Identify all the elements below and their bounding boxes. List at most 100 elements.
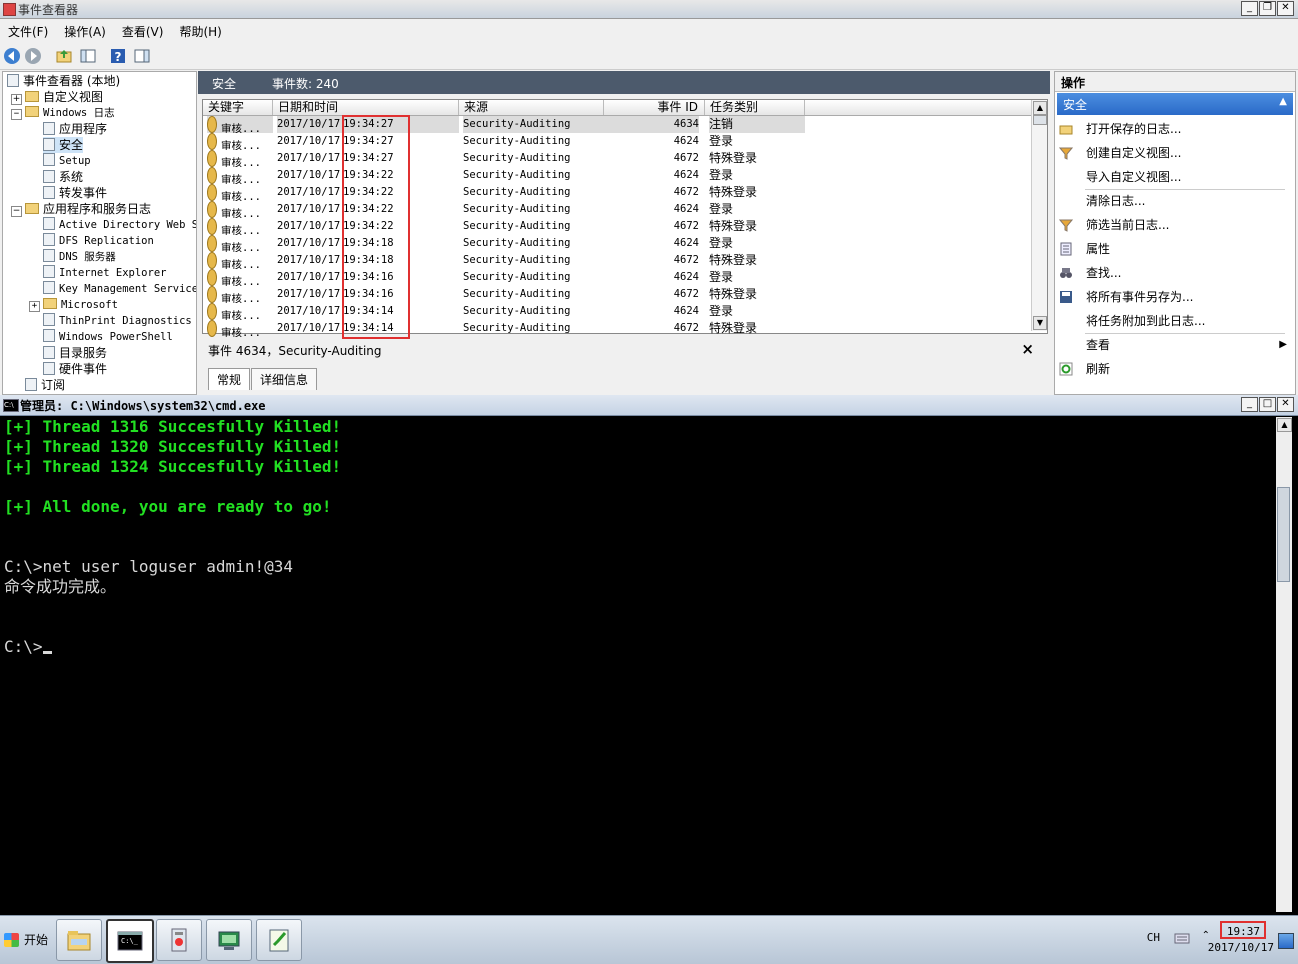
close-detail-icon[interactable]: × (1021, 340, 1034, 358)
action-item[interactable]: 筛选当前日志... (1059, 214, 1291, 236)
event-list-scrollbar[interactable]: ▲ ▼ (1031, 100, 1047, 331)
cell-date: 2017/10/17 (277, 135, 341, 147)
column-event-id[interactable]: 事件 ID (604, 100, 705, 115)
restore-button[interactable]: ❐ (1259, 1, 1276, 16)
help-icon[interactable]: ? (109, 47, 127, 65)
tree-item[interactable]: 转发事件 (43, 185, 107, 201)
show-desktop-button[interactable] (1278, 933, 1294, 949)
table-row[interactable]: 审核... 2017/10/17 19:34:14 Security-Auditing… (203, 320, 1031, 337)
menu-help[interactable]: 帮助(H) (171, 19, 229, 43)
cmd-scroll-up-icon[interactable]: ▲ (1277, 418, 1292, 432)
show-hide-action-pane-icon[interactable] (133, 47, 151, 65)
tree-item[interactable]: Key Management Service (43, 281, 196, 297)
close-button[interactable]: ✕ (1277, 1, 1294, 16)
table-row[interactable]: 审核... 2017/10/17 19:34:22 Security-Auditing… (203, 218, 1031, 235)
action-item[interactable]: 刷新 (1059, 358, 1291, 380)
keyboard-icon[interactable] (1174, 931, 1190, 945)
tree-item[interactable]: − 应用程序和服务日志 (11, 201, 151, 217)
action-item[interactable]: 将任务附加到此日志... (1059, 310, 1291, 332)
tree-item[interactable]: Active Directory Web S (43, 217, 196, 233)
tree-item[interactable]: DFS Replication (43, 233, 154, 249)
up-folder-icon[interactable] (55, 47, 73, 65)
cmd-minimize-button[interactable]: _ (1241, 397, 1258, 412)
cmd-close-button[interactable]: ✕ (1277, 397, 1294, 412)
tree-item[interactable]: 订阅 (25, 377, 65, 393)
table-row[interactable]: 审核... 2017/10/17 19:34:22 Security-Auditing… (203, 167, 1031, 184)
table-row[interactable]: 审核... 2017/10/17 19:34:18 Security-Auditing… (203, 235, 1031, 252)
cmd-scroll-thumb[interactable] (1277, 487, 1290, 582)
language-indicator[interactable]: CH (1147, 931, 1160, 944)
menu-file[interactable]: 文件(F) (0, 19, 56, 43)
tree-item[interactable]: Internet Explorer (43, 265, 166, 281)
tree-item[interactable]: 硬件事件 (43, 361, 107, 377)
column-datetime[interactable]: 日期和时间 (273, 100, 459, 115)
table-row[interactable]: 审核... 2017/10/17 19:34:22 Security-Auditing… (203, 184, 1031, 201)
table-row[interactable]: 审核... 2017/10/17 19:34:27 Security-Auditing… (203, 150, 1031, 167)
cmd-scrollbar[interactable]: ▲ (1276, 417, 1292, 912)
event-viewer-titlebar[interactable]: 事件查看器 _ ❐ ✕ (0, 0, 1298, 19)
clock-date[interactable]: 2017/10/17 (1208, 941, 1274, 954)
scroll-thumb[interactable] (1033, 115, 1047, 125)
start-button[interactable]: 开始 (2, 922, 48, 958)
console-output[interactable]: [+] Thread 1316 Succesfully Killed! [+] T… (4, 417, 1268, 912)
tree-item[interactable]: 目录服务 (43, 345, 107, 361)
forward-icon[interactable] (24, 47, 42, 65)
action-item[interactable]: 清除日志... (1059, 190, 1291, 212)
expander-icon[interactable]: − (11, 109, 22, 120)
table-row[interactable]: 审核... 2017/10/17 19:34:16 Security-Auditing… (203, 286, 1031, 303)
tree-item[interactable]: 系统 (43, 169, 83, 185)
cmd-maximize-button[interactable]: □ (1259, 397, 1276, 412)
show-hidden-icons-icon[interactable]: ⌃ (1202, 930, 1210, 941)
tree-item[interactable]: 事件查看器 (本地) (7, 73, 120, 89)
table-row[interactable]: 审核... 2017/10/17 19:34:18 Security-Auditing… (203, 252, 1031, 269)
tree-item[interactable]: Setup (43, 153, 91, 169)
menu-action[interactable]: 操作(A) (56, 19, 114, 43)
action-item[interactable]: 查看 ▶ (1059, 334, 1291, 356)
show-hide-tree-icon[interactable] (79, 47, 97, 65)
tree-item[interactable]: − Windows 日志 (11, 105, 115, 121)
tree-item[interactable]: Windows PowerShell (43, 329, 173, 345)
table-row[interactable]: 审核... 2017/10/17 19:34:14 Security-Auditing… (203, 303, 1031, 320)
back-icon[interactable] (3, 47, 21, 65)
taskbar-explorer[interactable] (56, 919, 102, 961)
tree-item[interactable]: + 自定义视图 (11, 89, 103, 105)
tree-item[interactable]: 应用程序 (43, 121, 107, 137)
taskbar-cmd[interactable]: C:\_ (106, 919, 154, 963)
scroll-down-icon[interactable]: ▼ (1033, 316, 1047, 330)
table-row[interactable]: 审核... 2017/10/17 19:34:22 Security-Auditing… (203, 201, 1031, 218)
column-source[interactable]: 来源 (459, 100, 604, 115)
collapse-icon[interactable]: ▲ (1279, 96, 1287, 107)
expander-icon[interactable]: + (11, 94, 22, 105)
event-list[interactable]: 关键字 日期和时间 来源 事件 ID 任务类别 审核... 2017/10/17 1… (202, 99, 1048, 337)
tree-item[interactable]: + Microsoft (29, 297, 118, 313)
tree-item[interactable]: DNS 服务器 (43, 249, 116, 265)
table-row[interactable]: 审核... 2017/10/17 19:34:27 Security-Auditing… (203, 116, 1031, 133)
column-keyword[interactable]: 关键字 (203, 100, 273, 115)
expander-icon[interactable]: + (29, 301, 40, 312)
expander-icon[interactable]: − (11, 206, 22, 217)
column-task-category[interactable]: 任务类别 (705, 100, 805, 115)
action-item[interactable]: 导入自定义视图... (1059, 166, 1291, 188)
tab-details[interactable]: 详细信息 (251, 368, 318, 390)
action-item[interactable]: 属性 (1059, 238, 1291, 260)
taskbar-notepad[interactable] (256, 919, 302, 961)
cell-source: Security-Auditing (463, 203, 571, 215)
cell-id: 4624 (673, 135, 699, 147)
table-row[interactable]: 审核... 2017/10/17 19:34:27 Security-Auditing… (203, 133, 1031, 150)
action-item[interactable]: 打开保存的日志... (1059, 118, 1291, 140)
menu-view[interactable]: 查看(V) (114, 19, 172, 43)
actions-section[interactable]: 安全 ▲ (1057, 93, 1293, 115)
taskbar-server-manager[interactable] (206, 919, 252, 961)
cmd-titlebar[interactable]: C:\ 管理员: C:\Windows\system32\cmd.exe _ □… (0, 395, 1298, 416)
scroll-up-icon[interactable]: ▲ (1033, 101, 1047, 115)
taskbar-event-viewer[interactable] (156, 919, 202, 961)
minimize-button[interactable]: _ (1241, 1, 1258, 16)
action-item[interactable]: 将所有事件另存为... (1059, 286, 1291, 308)
table-row[interactable]: 审核... 2017/10/17 19:34:16 Security-Auditing… (203, 269, 1031, 286)
tree-item[interactable]: ThinPrint Diagnostics (43, 313, 192, 329)
action-item[interactable]: 查找... (1059, 262, 1291, 284)
tab-general[interactable]: 常规 (208, 368, 251, 390)
tree-item[interactable]: 安全 (43, 137, 84, 153)
action-item[interactable]: 创建自定义视图... (1059, 142, 1291, 164)
